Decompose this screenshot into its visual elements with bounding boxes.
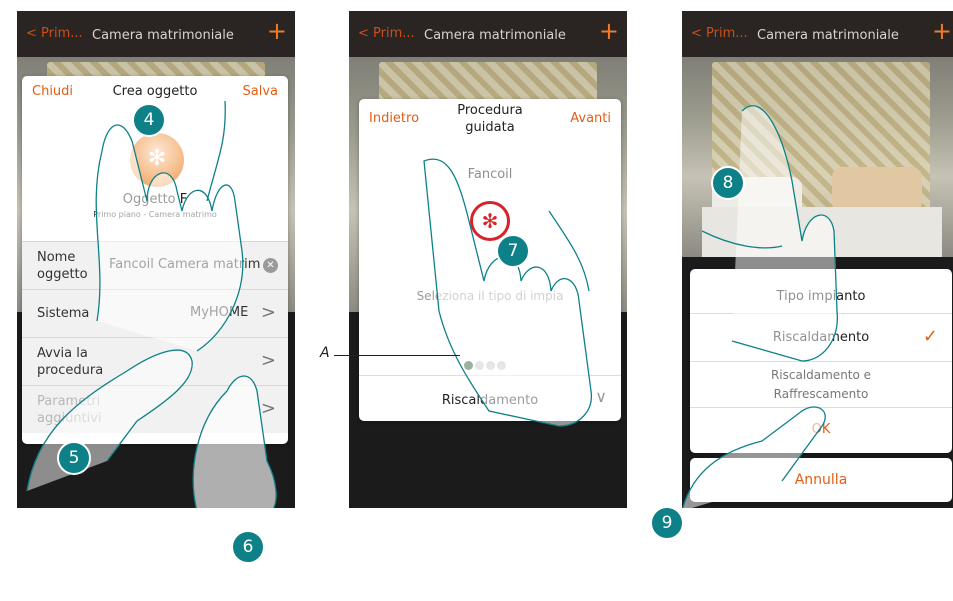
screen-create-object: < Prim... Camera matrimoniale + Chiudi C… (17, 11, 295, 508)
back-link[interactable]: < Prim... (691, 26, 748, 41)
row-label: Nome oggetto (37, 250, 88, 282)
ok-button[interactable]: OK (690, 407, 952, 453)
step-badge-4: 4 (132, 103, 166, 137)
dialog-title: Tipo impianto (776, 289, 866, 304)
step-dot-active (464, 361, 473, 370)
pillow (832, 167, 922, 212)
cancel-button[interactable]: Annulla (690, 458, 952, 502)
divider (359, 375, 621, 376)
top-bar: < Prim... Camera matrimoniale + (682, 11, 953, 57)
add-icon[interactable]: + (932, 18, 952, 44)
room-title: Camera matrimoniale (424, 28, 566, 43)
card-title: Procedura guidata (457, 103, 523, 135)
add-icon[interactable]: + (267, 18, 287, 44)
step-badge-5: 5 (57, 441, 91, 475)
callout-line (334, 355, 460, 356)
step-badge-6: 6 (231, 530, 265, 564)
fan-icon: ✻ (147, 146, 167, 171)
chevron-down-icon[interactable]: ∨ (595, 387, 607, 406)
option-label: Riscaldamento (772, 330, 870, 345)
option-label: Riscaldamento e Raffrescamento (770, 368, 872, 401)
object-name-field[interactable]: Fancoil Camera matrim (109, 257, 260, 272)
row-system[interactable]: Sistema MyHOME > (22, 289, 288, 337)
row-object-name[interactable]: Nome oggetto Fancoil Camera matrim ✕ (22, 241, 288, 289)
check-icon: ✓ (922, 326, 938, 347)
back-link[interactable]: < Prim... (358, 26, 415, 41)
step-dot (497, 361, 506, 370)
callout-label-a: A (320, 345, 330, 361)
step-badge-8: 8 (711, 166, 745, 200)
step-indicator (464, 355, 508, 374)
room-title: Camera matrimoniale (757, 28, 899, 43)
object-name: Oggetto F (122, 192, 188, 207)
bed (702, 207, 942, 257)
fancoil-object-icon: ✻ (130, 133, 184, 187)
system-value: MyHOME (190, 305, 249, 320)
instruction-text: Seleziona il tipo di impia (416, 289, 564, 303)
clear-icon[interactable]: ✕ (263, 258, 278, 273)
screen-guided-procedure: < Prim... Camera matrimoniale + Indietro… (349, 11, 627, 508)
back-button[interactable]: Indietro (369, 111, 419, 126)
guided-procedure-card: Indietro Procedura guidata Avanti Fancoi… (359, 99, 621, 421)
object-type-label: Fancoil (467, 167, 513, 182)
chevron-right-icon: > (260, 302, 276, 323)
step-dot (475, 361, 484, 370)
save-button[interactable]: Salva (243, 84, 279, 99)
fan-icon: ✻ (481, 209, 499, 233)
option-heating-cooling[interactable]: Riscaldamento e Raffrescamento (690, 361, 952, 407)
row-additional-params: Parametri aggiuntivi > (22, 385, 288, 433)
room-photo (682, 57, 953, 257)
chevron-right-icon: > (260, 350, 276, 371)
top-bar: < Prim... Camera matrimoniale + (17, 11, 295, 57)
next-button[interactable]: Avanti (570, 111, 611, 126)
step-badge-9: 9 (650, 506, 684, 540)
step-dot (486, 361, 495, 370)
back-link[interactable]: < Prim... (26, 26, 83, 41)
system-type-select[interactable]: Riscaldamento (359, 393, 621, 408)
top-bar: < Prim... Camera matrimoniale + (349, 11, 627, 57)
object-path: Primo piano - Camera matrimo (93, 210, 217, 219)
add-icon[interactable]: + (599, 18, 619, 44)
screen-system-type: < Prim... Camera matrimoniale + Tipo imp… (682, 11, 953, 508)
row-label: Parametri aggiuntivi (37, 394, 102, 426)
option-heating[interactable]: Riscaldamento ✓ (690, 313, 952, 361)
row-label: Avvia la procedura (37, 346, 104, 378)
room-title: Camera matrimoniale (92, 28, 234, 43)
system-type-dialog: Tipo impianto Riscaldamento ✓ Riscaldame… (690, 269, 952, 453)
step-badge-7: 7 (496, 234, 530, 268)
row-label: Sistema (37, 306, 90, 321)
chevron-right-icon: > (260, 398, 276, 419)
row-start-procedure[interactable]: Avvia la procedura > (22, 337, 288, 385)
